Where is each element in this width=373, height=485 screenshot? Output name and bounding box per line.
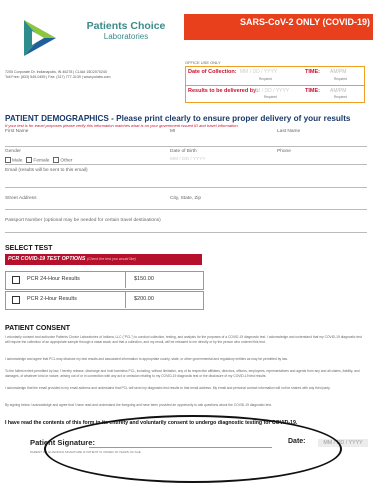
- consent-paragraph: I acknowledge and agree that PCL may dis…: [5, 357, 288, 361]
- name-row-field[interactable]: [5, 128, 367, 146]
- results-date-field[interactable]: MM / DD / YYYY: [252, 88, 289, 94]
- time-label: TIME:: [305, 69, 320, 75]
- dob-field[interactable]: MM / DD / YYYY: [170, 157, 206, 162]
- other-checkbox[interactable]: [53, 157, 60, 163]
- collection-time-field[interactable]: AM/PM: [330, 69, 346, 75]
- row-divider: [5, 209, 367, 210]
- results-required: Required: [264, 95, 277, 99]
- city-field[interactable]: [170, 190, 367, 208]
- gender-options: Male Female Other: [5, 157, 72, 163]
- collection-required: Required: [259, 77, 272, 81]
- pcr-options-title: PCR COVID-19 TEST OPTIONS (Check the tes…: [8, 256, 136, 262]
- form-page: Patients Choice Laboratories 7205 Corpor…: [0, 0, 373, 485]
- male-option-label: Male: [12, 158, 23, 164]
- male-checkbox[interactable]: [5, 157, 11, 163]
- pcr-options-label: PCR COVID-19 TEST OPTIONS: [8, 256, 86, 262]
- consent-paragraph: To the fullest extent permitted by law, …: [5, 369, 360, 378]
- pcr-2-label: PCR 2-Hour Results: [27, 296, 77, 302]
- office-use-label: OFFICE USE ONLY: [185, 60, 221, 65]
- results-time-label: TIME:: [305, 88, 320, 94]
- consent-paragraph: I voluntarily consent and authorize Pati…: [5, 335, 362, 344]
- gender-label: Gender: [5, 149, 21, 154]
- row-divider: [5, 164, 367, 165]
- pcr-24-label: PCR 24-Hour Results: [27, 276, 80, 282]
- pcr-2-checkbox[interactable]: [12, 296, 20, 304]
- row-divider: [5, 232, 367, 233]
- results-label: Results to be delivered by:: [188, 88, 258, 94]
- form-title: SARS-CoV-2 ONLY (COVID-19): [239, 17, 370, 27]
- lab-address: 7205 Corporate Dr. Indianapolis, IN 4627…: [5, 70, 185, 80]
- collection-date-field[interactable]: MM / DD / YYYY: [240, 69, 277, 75]
- passport-field[interactable]: [5, 212, 367, 230]
- brand-name: Patients Choice: [86, 20, 166, 32]
- female-option-label: Female: [33, 158, 50, 164]
- consent-title: PATIENT CONSENT: [5, 325, 71, 332]
- results-time-required: Required: [334, 95, 347, 99]
- street-field[interactable]: [5, 190, 165, 208]
- brand-subtitle: Laboratories: [103, 32, 149, 41]
- contact-line: Toll Free: (833) 549-0455 | Fax: (317) 7…: [5, 75, 111, 79]
- pcr-24-price: $150.00: [134, 276, 154, 282]
- patients-choice-logo-icon: [24, 20, 56, 56]
- email-field[interactable]: [5, 166, 367, 186]
- row-divider: [5, 146, 367, 147]
- option-divider: [125, 271, 126, 288]
- demographics-title: PATIENT DEMOGRAPHICS - Please print clea…: [5, 114, 351, 123]
- consent-paragraph: I acknowledge that the email provided is…: [5, 386, 331, 390]
- annotation-ellipse: [44, 415, 342, 483]
- option-divider: [125, 291, 126, 308]
- pcr-2-price: $200.00: [134, 296, 154, 302]
- select-test-title: SELECT TEST: [5, 245, 53, 252]
- other-option-label: Other: [60, 158, 73, 164]
- collection-label: Date of Collection:: [188, 69, 237, 75]
- phone-field[interactable]: [277, 148, 367, 164]
- results-time-field[interactable]: AM/PM: [330, 88, 346, 94]
- row-divider: [5, 187, 367, 188]
- pcr-options-note: (Check the test you would like): [86, 257, 136, 261]
- dob-label: Date of Birth: [170, 149, 197, 154]
- pcr-24-checkbox[interactable]: [12, 276, 20, 284]
- female-checkbox[interactable]: [26, 157, 33, 163]
- time-required: Required: [334, 77, 347, 81]
